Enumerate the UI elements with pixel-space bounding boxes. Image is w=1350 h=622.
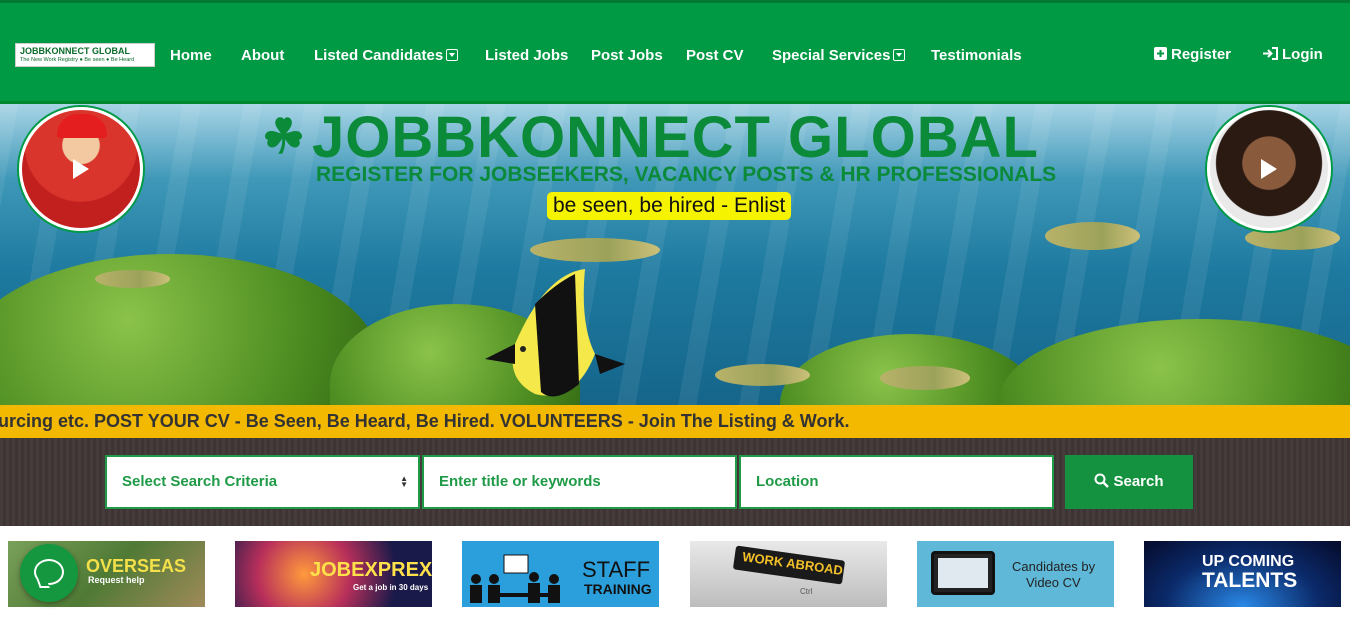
play-icon	[73, 159, 89, 179]
chat-widget-button[interactable]	[20, 544, 78, 602]
chat-bubble-icon	[34, 559, 64, 585]
service-tiles: OVERSEAS Request help JOBEXPREXX Get a j…	[0, 526, 1350, 622]
woman-video-avatar[interactable]	[1207, 107, 1331, 231]
nav-testimonials[interactable]: Testimonials	[931, 47, 1022, 64]
sign-in-icon	[1263, 47, 1278, 60]
tile-upcoming-subtitle: TALENTS	[1202, 569, 1298, 592]
location-input[interactable]: Location	[739, 455, 1054, 509]
dropdown-caret-icon	[893, 49, 906, 61]
search-criteria-select[interactable]: Select Search Criteria ▲ ▼	[105, 455, 420, 509]
tile-video-cv-title: Candidates by	[1012, 559, 1096, 574]
plus-square-icon	[1154, 47, 1167, 60]
nav-listed-candidates[interactable]: Listed Candidates	[314, 47, 459, 64]
logo-tagline: The New Work Registry ● Be seen ● Be Hea…	[20, 57, 135, 63]
hero-title: ☘ JOBBKONNECT GLOBAL	[262, 104, 1039, 171]
nav-login[interactable]: Login	[1263, 46, 1323, 63]
tile-overseas-title: OVERSEAS	[86, 556, 187, 576]
search-bar: Select Search Criteria ▲ ▼ Enter title or…	[0, 438, 1350, 526]
select-arrows-icon: ▲ ▼	[400, 474, 408, 489]
register-label: Register	[1171, 46, 1232, 63]
nav-special-services-label: Special Services	[772, 47, 891, 64]
meeting-silhouettes-icon	[470, 554, 560, 603]
hero-title-text: JOBBKONNECT GLOBAL	[312, 105, 1039, 170]
tile-staff-title: STAFF	[582, 557, 651, 582]
nav-about[interactable]: About	[241, 47, 284, 64]
tile-overseas-subtitle: Request help	[88, 575, 145, 585]
fish	[95, 270, 170, 288]
tile-video-cv[interactable]: Candidates by Video CV	[917, 541, 1114, 607]
nav-listed-candidates-label: Listed Candidates	[314, 47, 444, 64]
login-label: Login	[1282, 46, 1323, 63]
tile-staff-subtitle: TRAINING	[584, 581, 652, 597]
tablet-icon	[931, 551, 995, 595]
nav-listed-jobs[interactable]: Listed Jobs	[485, 47, 568, 64]
tile-work-abroad-key: Ctrl	[800, 587, 813, 596]
search-icon	[1094, 473, 1110, 488]
site-logo[interactable]: JOBBKONNECT GLOBAL The New Work Registry…	[15, 43, 155, 67]
play-icon	[1261, 159, 1277, 179]
tile-work-abroad[interactable]: WORK ABROAD Ctrl	[690, 541, 887, 607]
hero-subtitle: REGISTER FOR JOBSEEKERS, VACANCY POSTS &…	[316, 163, 1057, 186]
hero-tagline: be seen, be hired - Enlist	[547, 192, 792, 220]
tile-jobexprexx[interactable]: JOBEXPREXX Get a job in 30 days	[235, 541, 432, 607]
hard-hat	[57, 114, 107, 138]
fish	[715, 364, 810, 386]
nav-home[interactable]: Home	[170, 47, 212, 64]
shamrock-icon: ☘	[262, 111, 307, 164]
tile-jobexprexx-subtitle: Get a job in 30 days	[353, 583, 429, 592]
search-button-label: Search	[1113, 473, 1164, 490]
tile-jobexprexx-title: JOBEXPREXX	[310, 559, 432, 581]
tile-upcoming-talents[interactable]: UP COMING TALENTS	[1144, 541, 1341, 607]
ticker-text[interactable]: urcing etc. POST YOUR CV - Be Seen, Be H…	[0, 411, 849, 432]
angelfish-illustration	[485, 269, 625, 397]
fish	[880, 366, 970, 390]
worker-video-avatar[interactable]	[19, 107, 143, 231]
nav-register[interactable]: Register	[1154, 46, 1231, 63]
nav-post-jobs[interactable]: Post Jobs	[591, 47, 663, 64]
nav-special-services[interactable]: Special Services	[772, 47, 906, 64]
search-criteria-value: Select Search Criteria	[122, 473, 278, 490]
hero-banner: ☘ JOBBKONNECT GLOBAL REGISTER FOR JOBSEEK…	[0, 104, 1350, 405]
top-navbar: JOBBKONNECT GLOBAL The New Work Registry…	[0, 0, 1350, 104]
fish	[1045, 222, 1140, 250]
tile-staff-training[interactable]: STAFF TRAINING	[462, 541, 659, 607]
keywords-input[interactable]: Enter title or keywords	[422, 455, 737, 509]
search-button[interactable]: Search	[1065, 455, 1193, 509]
tile-video-cv-subtitle: Video CV	[1026, 575, 1081, 590]
logo-name: JOBBKONNECT GLOBAL	[20, 46, 130, 56]
dropdown-caret-icon	[446, 49, 459, 61]
fish	[530, 238, 660, 262]
nav-post-cv[interactable]: Post CV	[686, 47, 744, 64]
announcement-ticker: urcing etc. POST YOUR CV - Be Seen, Be H…	[0, 405, 1350, 438]
